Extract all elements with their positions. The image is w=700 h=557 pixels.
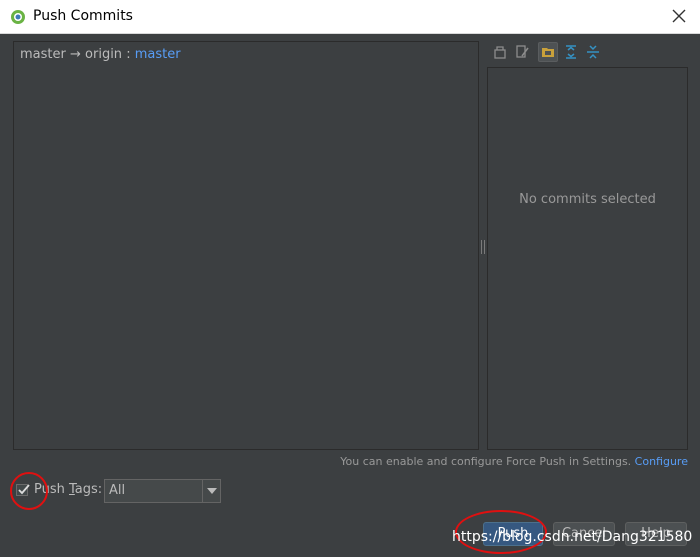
window-title: Push Commits <box>33 8 133 24</box>
watermark-text: https://blog.csdn.net/Dang321580 <box>452 529 693 545</box>
local-branch: master <box>20 47 66 62</box>
remote-name: origin <box>85 47 123 62</box>
title-bar: Push Commits <box>0 0 700 34</box>
branch-row[interactable]: master → origin : master <box>20 47 181 62</box>
push-tags-selected-value: All <box>109 483 126 498</box>
remote-branch-link[interactable]: master <box>135 47 181 62</box>
force-push-hint: You can enable and configure Force Push … <box>340 455 688 468</box>
push-tags-select[interactable]: All <box>104 479 221 503</box>
commit-details-pane: No commits selected <box>487 67 688 450</box>
close-icon[interactable] <box>668 5 690 27</box>
commit-details-icon[interactable] <box>490 42 510 62</box>
splitter-handle[interactable] <box>481 240 485 254</box>
configure-link[interactable]: Configure <box>635 455 688 468</box>
android-studio-icon <box>11 10 25 24</box>
empty-state-text: No commits selected <box>519 192 656 207</box>
push-arrow: → <box>69 47 81 62</box>
branch-separator: : <box>126 47 131 62</box>
group-by-directory-icon[interactable] <box>538 42 558 62</box>
collapse-all-icon[interactable] <box>583 42 603 62</box>
chevron-down-icon <box>207 488 217 494</box>
annotation-circle-checkbox <box>10 472 48 510</box>
edit-source-icon[interactable] <box>512 42 532 62</box>
dropdown-arrow[interactable] <box>202 480 220 502</box>
force-push-hint-text: You can enable and configure Force Push … <box>340 455 632 468</box>
details-toolbar <box>487 42 687 64</box>
push-branches-tree[interactable]: master → origin : master <box>13 41 479 450</box>
expand-all-icon[interactable] <box>561 42 581 62</box>
